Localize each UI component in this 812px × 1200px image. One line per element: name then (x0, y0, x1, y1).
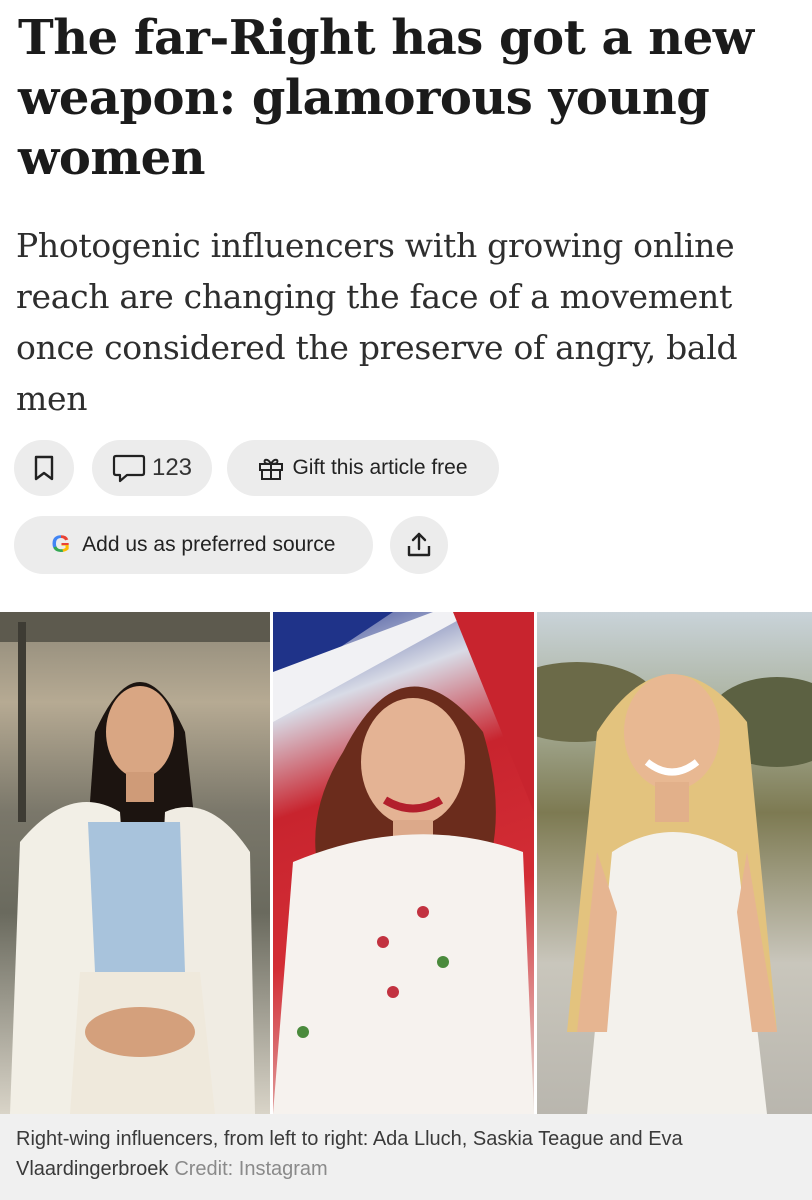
preferred-source-button[interactable]: G Add us as preferred source (14, 516, 373, 574)
preferred-source-label: Add us as preferred source (82, 533, 336, 556)
google-logo-icon: G (51, 531, 71, 558)
bookmark-icon (34, 455, 54, 481)
bookmark-button[interactable] (14, 440, 74, 496)
caption-text: Right-wing influencers, from left to rig… (16, 1128, 683, 1180)
comments-button[interactable]: 123 (92, 440, 212, 496)
comment-count: 123 (151, 454, 193, 481)
share-button[interactable] (390, 516, 448, 574)
comment-icon (112, 454, 146, 483)
gift-article-label: Gift this article free (292, 456, 468, 479)
share-icon (407, 532, 431, 557)
photo-eva-vlaardingerbroek (537, 612, 812, 1114)
image-caption: Right-wing influencers, from left to rig… (0, 1114, 812, 1200)
article-photo-collage (0, 612, 812, 1114)
article-headline: The far-Right has got a new weapon: glam… (18, 10, 754, 186)
gift-article-button[interactable]: Gift this article free (227, 440, 499, 496)
gift-icon (259, 458, 284, 480)
photo-ada-lluch (0, 612, 270, 1114)
photo-saskia-teague (273, 612, 534, 1114)
article-standfirst: Photogenic influencers with growing onli… (16, 226, 738, 418)
photo-credit: Credit: Instagram (174, 1158, 328, 1180)
